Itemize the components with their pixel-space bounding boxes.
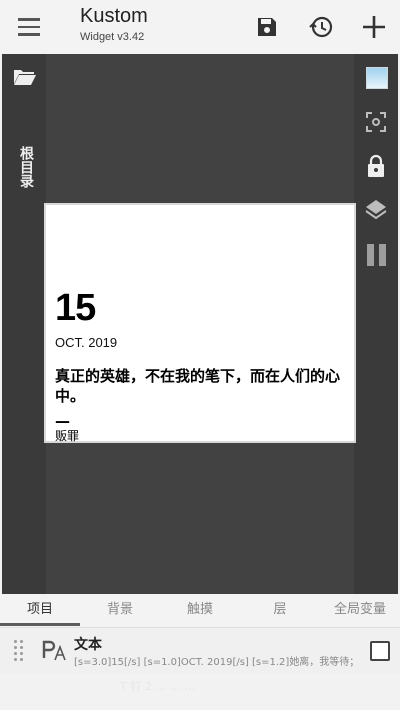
- top-app-bar: Kustom Widget v3.42: [0, 0, 400, 54]
- right-rail: [354, 54, 398, 594]
- left-rail: 根目录: [2, 54, 46, 594]
- tab-indicator: [0, 623, 80, 626]
- month-year-text: OCT. 2019: [55, 335, 118, 350]
- item-subtitle: [s=3.0]15[/s] [s=1.0]OCT. 2019[/s] [s=1.…: [74, 657, 356, 668]
- tab-touch[interactable]: 触摸: [160, 594, 240, 625]
- save-icon[interactable]: [250, 10, 284, 44]
- ghost-hint-text: T 钉 2 … … …: [120, 680, 196, 693]
- list-item[interactable]: 文本 [s=3.0]15[/s] [s=1.0]OCT. 2019[/s] [s…: [0, 628, 400, 674]
- quote-text: 真正的英雄，不在我的笔下，而在人们的心中。: [55, 367, 341, 405]
- item-title: 文本: [74, 637, 102, 653]
- day-text: 15: [55, 287, 96, 329]
- tab-layer[interactable]: 层: [240, 594, 320, 625]
- app-title: Kustom: [80, 5, 148, 27]
- tab-items[interactable]: 项目: [0, 594, 80, 625]
- layers-icon[interactable]: [364, 198, 388, 226]
- widget-preview[interactable]: 15 OCT. 2019 真正的英雄，不在我的笔下，而在人们的心中。 — 贩罪: [44, 203, 356, 443]
- root-directory-label[interactable]: 根目录: [16, 146, 34, 188]
- history-icon[interactable]: [304, 10, 338, 44]
- wallpaper-preview-icon[interactable]: [366, 67, 388, 89]
- text-format-icon: [42, 638, 68, 668]
- author-text: 贩罪: [55, 429, 80, 443]
- item-checkbox[interactable]: [370, 641, 390, 661]
- menu-icon[interactable]: [14, 14, 44, 40]
- pause-icon[interactable]: [366, 243, 388, 271]
- tab-globals[interactable]: 全局变量: [320, 594, 400, 625]
- app-version: Widget v3.42: [80, 31, 145, 43]
- focus-icon[interactable]: [364, 110, 388, 138]
- lock-icon[interactable]: [366, 154, 386, 182]
- folder-open-icon[interactable]: [13, 68, 37, 90]
- drag-handle-icon[interactable]: [14, 640, 26, 662]
- add-icon[interactable]: [357, 10, 391, 44]
- tab-background[interactable]: 背景: [80, 594, 160, 625]
